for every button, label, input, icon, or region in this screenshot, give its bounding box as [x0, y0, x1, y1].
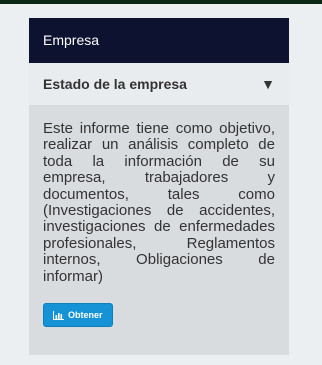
- triangle-down-icon[interactable]: ▼: [261, 77, 275, 91]
- section-description: Este informe tiene como objetivo, realiz…: [43, 120, 275, 285]
- panel-title: Empresa: [43, 32, 100, 48]
- section-body: Este informe tiene como objetivo, realiz…: [29, 106, 289, 355]
- obtain-button[interactable]: Obtener: [43, 303, 113, 328]
- section-title: Estado de la empresa: [43, 76, 187, 92]
- section-toggle-estado-empresa[interactable]: Estado de la empresa ▼: [29, 63, 289, 106]
- company-panel: Empresa Estado de la empresa ▼ Este info…: [29, 18, 289, 355]
- top-strip: [0, 0, 322, 4]
- bar-chart-icon: [53, 310, 64, 320]
- obtain-button-label: Obtener: [68, 310, 103, 321]
- panel-header: Empresa: [29, 18, 289, 63]
